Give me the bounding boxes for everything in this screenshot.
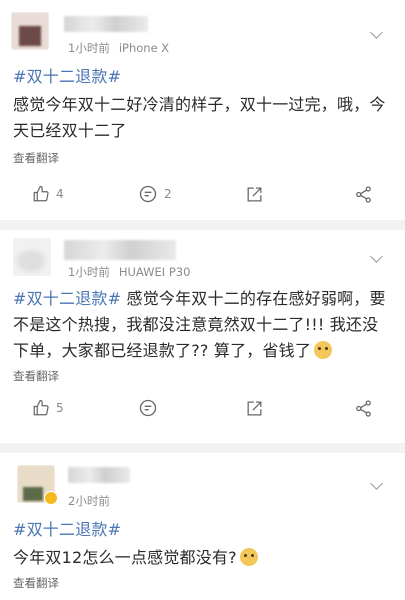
share-nodes-icon	[356, 399, 371, 417]
comment-icon	[139, 185, 157, 203]
translate-link[interactable]: 查看翻译	[0, 575, 405, 591]
like-button[interactable]: 4	[32, 184, 64, 204]
like-count: 4	[56, 187, 64, 201]
share-nodes-icon	[356, 185, 371, 203]
post-body: #双十二退款# 感觉今年双十二好冷清的样子，双十一过完，哦，今天已经双十二了	[0, 64, 405, 144]
avatar[interactable]	[13, 238, 51, 276]
comment-button[interactable]: 2	[138, 184, 172, 204]
post-time: 1小时前	[68, 265, 110, 279]
chevron-down-icon[interactable]	[370, 250, 383, 263]
post-card: 2小时前 #双十二退款# 今年双12怎么一点感觉都没有? 查看翻译	[0, 453, 405, 600]
post-meta: 2小时前	[68, 493, 110, 509]
thumbs-up-icon	[33, 399, 49, 416]
post-text: 感觉今年双十二好冷清的样子，双十一过完，哦，今天已经双十二了	[13, 95, 386, 140]
share-out-icon	[247, 401, 262, 415]
share-out-button[interactable]	[245, 398, 264, 418]
post-text: 今年双12怎么一点感觉都没有?	[13, 548, 237, 567]
translate-link[interactable]: 查看翻译	[0, 368, 405, 384]
like-count: 5	[56, 401, 64, 415]
username[interactable]	[64, 240, 176, 260]
post-header: 1小时前 iPhone X	[0, 0, 405, 56]
comment-button[interactable]	[138, 398, 158, 418]
username[interactable]	[64, 16, 148, 32]
post-body: #双十二退款# 今年双12怎么一点感觉都没有?	[0, 517, 405, 571]
avatar[interactable]	[11, 12, 49, 50]
username[interactable]	[68, 467, 130, 483]
chevron-down-icon[interactable]	[370, 26, 383, 39]
post-time: 2小时前	[68, 494, 110, 508]
weibo-feed: 1小时前 iPhone X #双十二退款# 感觉今年双十二好冷清的样子，双十一过完…	[0, 0, 405, 600]
post-header: 2小时前	[0, 453, 405, 509]
forward-button[interactable]	[354, 398, 373, 418]
doge-emoji-icon	[239, 548, 258, 566]
share-out-icon	[247, 187, 262, 201]
hashtag-link[interactable]: #双十二退款#	[13, 289, 121, 308]
post-meta: 1小时前 HUAWEI P30	[68, 264, 190, 280]
post-meta: 1小时前 iPhone X	[68, 40, 169, 56]
post-time: 1小时前	[68, 41, 110, 55]
post-device: iPhone X	[118, 41, 170, 55]
post-header: 1小时前 HUAWEI P30	[0, 230, 405, 286]
post-device: HUAWEI P30	[118, 265, 191, 279]
comment-count: 2	[164, 187, 172, 201]
doge-emoji-icon	[314, 341, 333, 359]
translate-link[interactable]: 查看翻译	[0, 150, 405, 166]
hashtag-link[interactable]: #双十二退款#	[13, 520, 121, 539]
hashtag-link[interactable]: #双十二退款#	[13, 67, 121, 86]
verified-badge-icon	[44, 491, 58, 505]
thumbs-up-icon	[33, 185, 49, 202]
chevron-down-icon[interactable]	[370, 477, 383, 490]
post-body: #双十二退款# 感觉今年双十二的存在感好弱啊，要不是这个热搜，我都没注意竟然双十…	[0, 286, 405, 364]
forward-button[interactable]	[354, 184, 373, 204]
post-card: 1小时前 HUAWEI P30 #双十二退款# 感觉今年双十二的存在感好弱啊，要不…	[0, 230, 405, 443]
post-actions: 4 2	[0, 166, 405, 226]
post-card: 1小时前 iPhone X #双十二退款# 感觉今年双十二好冷清的样子，双十一过完…	[0, 0, 405, 220]
comment-icon	[139, 399, 157, 417]
like-button[interactable]: 5	[32, 398, 64, 418]
post-actions: 5	[0, 384, 405, 444]
share-out-button[interactable]	[245, 184, 264, 204]
